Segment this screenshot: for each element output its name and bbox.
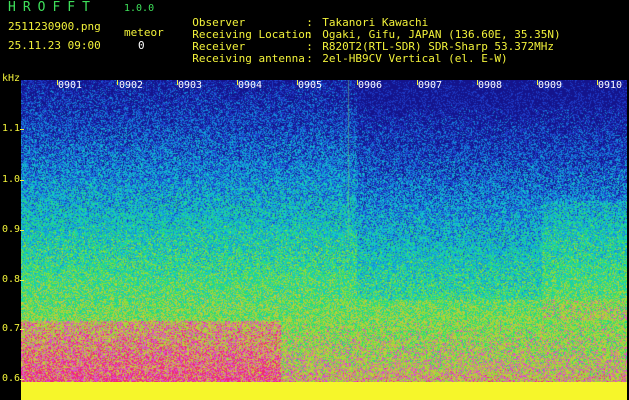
y-tick bbox=[20, 280, 24, 281]
x-tick-label: 0906 bbox=[358, 80, 383, 91]
y-tick bbox=[20, 230, 24, 231]
x-tick bbox=[537, 80, 538, 85]
x-tick-label: 0907 bbox=[418, 80, 443, 91]
x-tick bbox=[117, 80, 118, 85]
spectrogram-canvas bbox=[21, 80, 627, 382]
app-name: HROFFT bbox=[8, 0, 97, 15]
info-key: Receiving antenna bbox=[192, 52, 305, 65]
y-tick-label: 1.0 bbox=[2, 174, 21, 185]
x-tick-label: 0904 bbox=[238, 80, 263, 91]
filename: 2511230900.png bbox=[8, 20, 101, 33]
spectrogram bbox=[21, 80, 627, 382]
x-tick-label: 0908 bbox=[478, 80, 503, 91]
y-tick bbox=[20, 329, 24, 330]
y-tick-label: 0.7 bbox=[2, 323, 21, 334]
x-tick-label: 0909 bbox=[538, 80, 563, 91]
app-version: 1.0.0 bbox=[124, 3, 155, 14]
y-tick-label: 0.8 bbox=[2, 274, 21, 285]
x-tick bbox=[597, 80, 598, 85]
x-tick bbox=[297, 80, 298, 85]
y-tick-label: 1.1 bbox=[2, 123, 21, 134]
x-tick-label: 0905 bbox=[298, 80, 323, 91]
y-axis-unit: kHz bbox=[2, 73, 21, 84]
info-sep: : bbox=[306, 52, 313, 65]
datetime: 25.11.23 09:00 bbox=[8, 39, 101, 52]
x-tick-label: 0901 bbox=[58, 80, 83, 91]
y-tick-label: 0.6 bbox=[2, 373, 21, 384]
noise-floor-band bbox=[21, 382, 627, 400]
x-tick bbox=[237, 80, 238, 85]
meteor-label: meteor bbox=[124, 26, 164, 39]
x-tick bbox=[357, 80, 358, 85]
info-value: 2el-HB9CV Vertical (el. E-W) bbox=[322, 52, 508, 65]
info-row-antenna: Receiving antenna: 2el-HB9CV Vertical (el… bbox=[179, 41, 508, 65]
x-tick bbox=[477, 80, 478, 85]
y-tick-label: 0.9 bbox=[2, 224, 21, 235]
x-tick-label: 0910 bbox=[598, 80, 623, 91]
x-tick bbox=[177, 80, 178, 85]
x-tick-label: 0903 bbox=[178, 80, 203, 91]
meteor-count: 0 bbox=[138, 39, 145, 52]
x-tick-label: 0902 bbox=[119, 80, 144, 91]
y-tick bbox=[20, 379, 24, 380]
x-tick bbox=[57, 80, 58, 85]
y-tick bbox=[20, 129, 24, 130]
y-tick bbox=[20, 180, 24, 181]
x-tick bbox=[417, 80, 418, 85]
